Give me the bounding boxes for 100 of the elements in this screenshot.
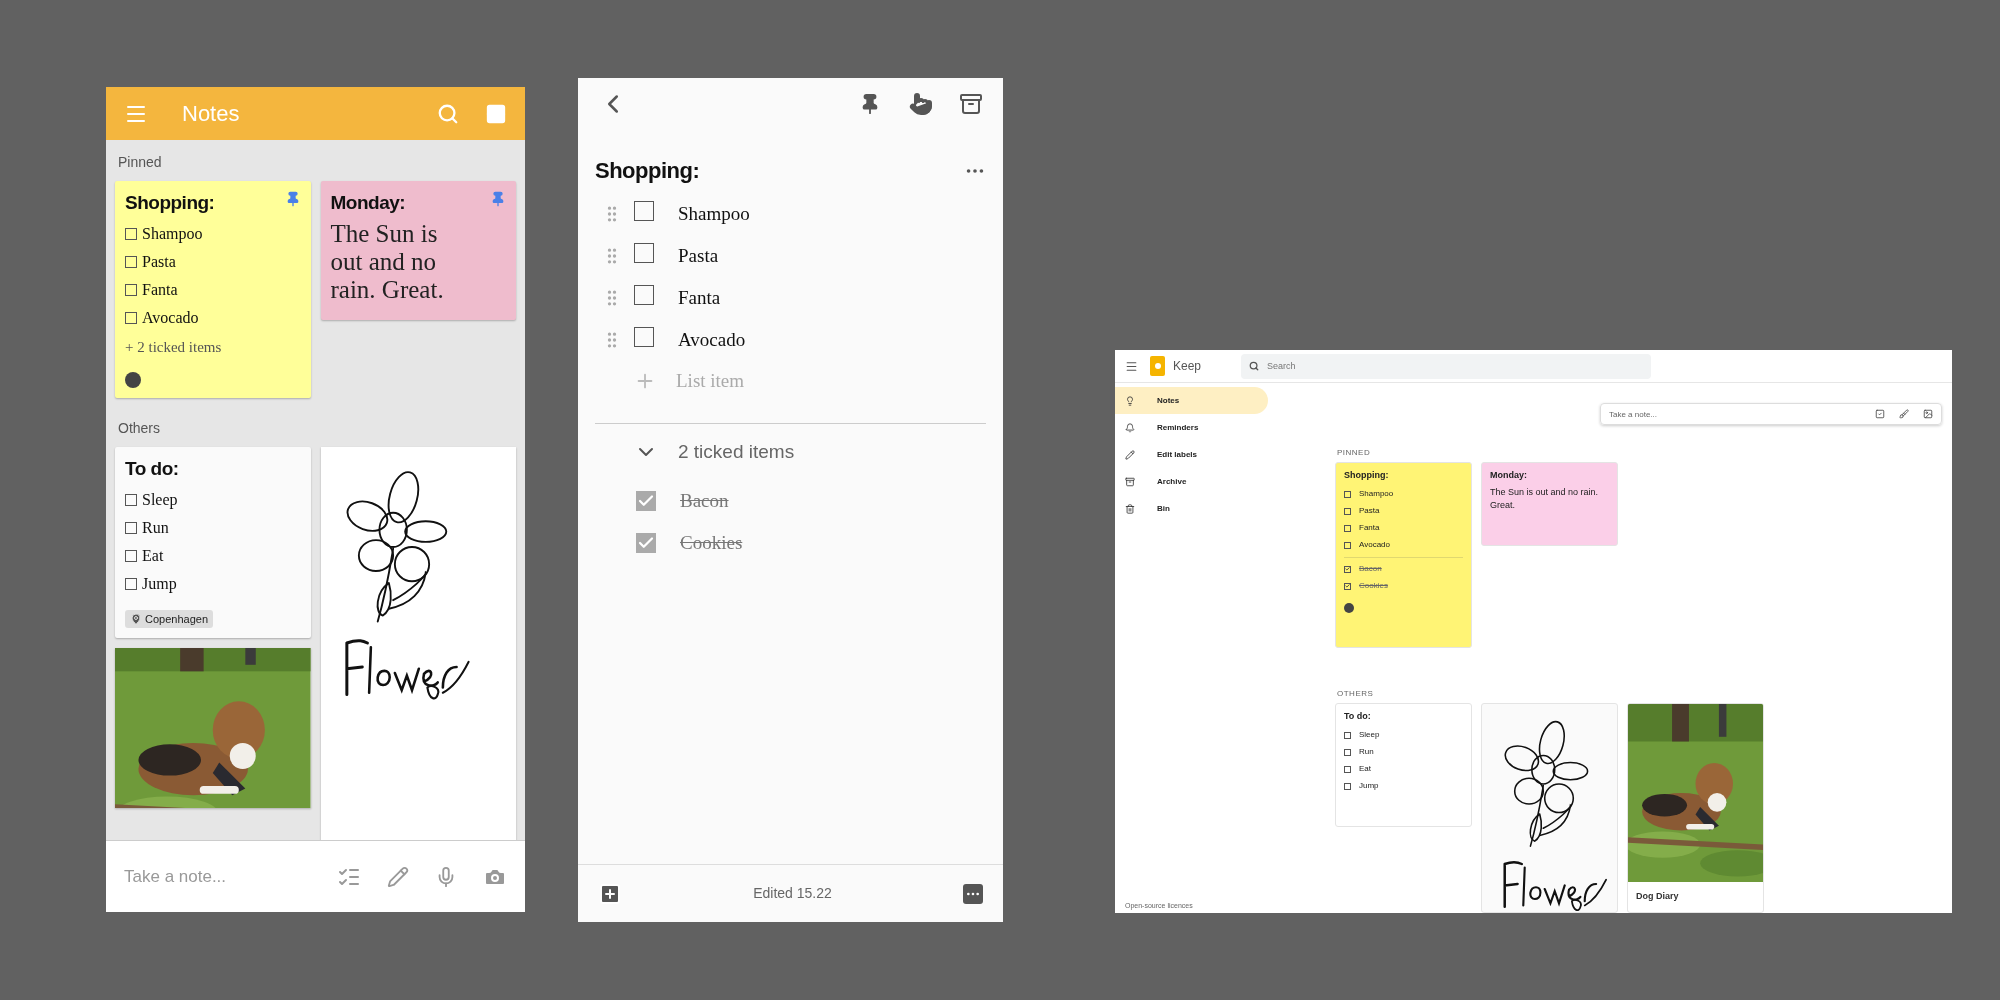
checklist-item: Sleep xyxy=(142,489,178,511)
checkbox[interactable] xyxy=(636,491,656,511)
pencil-icon[interactable] xyxy=(387,865,409,888)
checkbox[interactable] xyxy=(125,549,137,562)
take-note-field[interactable]: Take a note... xyxy=(1609,404,1861,424)
sidebar-item[interactable]: Edit labels xyxy=(1115,441,1268,468)
checkbox[interactable] xyxy=(125,255,137,268)
checklist-item: Eat xyxy=(142,545,164,566)
section-heading: OTHERS xyxy=(1337,688,1375,700)
note-card[interactable]: Monday: The Sun is out and no rain. Great. xyxy=(1481,462,1618,546)
note-body: The Sun is out and no rain. Great. xyxy=(330,219,445,305)
note-title: Dog Diary xyxy=(1635,890,1680,903)
checklist-item[interactable]: Cookies xyxy=(680,528,743,558)
checklist-item: Jump xyxy=(1359,780,1379,792)
note-title: Shopping: xyxy=(125,191,215,215)
checklist-item[interactable]: Pasta xyxy=(678,241,719,271)
checklist-item: Fanta xyxy=(142,279,178,300)
map-pin-icon xyxy=(130,612,142,625)
note-card[interactable]: Monday: The Sun is out and no rain. Great. xyxy=(320,181,516,320)
checkbox[interactable] xyxy=(1344,565,1351,573)
checkbox[interactable] xyxy=(125,521,137,534)
checklist-item: Jump xyxy=(142,573,177,595)
pencil-icon xyxy=(1125,449,1135,460)
sidebar-item[interactable]: Archive xyxy=(1115,468,1268,495)
checklist-item: Avocado xyxy=(142,307,199,328)
ticked-items-summary: + 2 ticked items xyxy=(125,337,223,357)
drawing-card[interactable] xyxy=(1481,703,1618,913)
reminder-hand-icon[interactable] xyxy=(909,92,933,116)
app-title: Notes xyxy=(182,100,241,128)
section-heading: Pinned xyxy=(118,153,163,172)
checklist-item: Pasta xyxy=(1359,505,1380,517)
note-card[interactable]: To do: Sleep Run Eat Jump xyxy=(1335,703,1472,827)
bell-icon xyxy=(1125,422,1135,433)
checkbox-icon[interactable] xyxy=(1875,409,1885,419)
location-chip[interactable]: Copenhagen xyxy=(125,609,213,628)
checkbox[interactable] xyxy=(634,242,654,263)
menu-icon[interactable] xyxy=(1125,359,1138,373)
list-item-field[interactable]: List item xyxy=(676,366,910,396)
checkbox[interactable] xyxy=(125,283,137,296)
checkbox[interactable] xyxy=(634,200,654,221)
note-title: Shopping: xyxy=(1344,469,1390,482)
note-card[interactable]: To do: Sleep Run Eat Jump Copenhagen xyxy=(115,447,311,638)
checkbox[interactable] xyxy=(1344,490,1351,498)
note-card[interactable]: Dog Diary xyxy=(1627,703,1764,913)
sidebar-item[interactable]: Notes xyxy=(1115,387,1268,414)
checklist-item: Eat xyxy=(1359,763,1371,775)
checkbox[interactable] xyxy=(1344,782,1351,790)
checklist-item: Shampoo xyxy=(142,223,203,245)
drawing-card[interactable] xyxy=(320,447,516,840)
checkbox[interactable] xyxy=(1344,582,1351,590)
lightbulb-icon xyxy=(1125,395,1135,406)
checklist-item: Run xyxy=(1359,746,1374,758)
edited-status: Edited 15.22 xyxy=(753,884,832,903)
checkbox[interactable] xyxy=(1344,524,1351,532)
ticked-items-toggle[interactable]: 2 ticked items xyxy=(578,424,1003,480)
checklist-item[interactable]: Bacon xyxy=(680,486,729,516)
note-title: Monday: xyxy=(1490,469,1528,482)
checkbox[interactable] xyxy=(125,227,137,240)
checkbox[interactable] xyxy=(1344,507,1351,515)
checkbox[interactable] xyxy=(636,533,656,553)
checklist-item: Pasta xyxy=(142,251,176,272)
checkbox[interactable] xyxy=(634,326,654,347)
trash-icon xyxy=(1125,503,1135,514)
checkbox[interactable] xyxy=(125,493,137,506)
take-note-field[interactable]: Take a note... xyxy=(124,863,337,890)
checkbox[interactable] xyxy=(634,284,654,305)
checklist-item: Shampoo xyxy=(1359,488,1394,500)
note-card[interactable]: Shopping: Shampoo Pasta Fanta Avocado + 2 ticked items xyxy=(115,181,311,398)
checklist-item[interactable]: Fanta xyxy=(678,283,721,313)
note-title: To do: xyxy=(125,457,179,481)
section-heading: PINNED xyxy=(1337,447,1372,459)
more-box-icon[interactable] xyxy=(963,883,983,904)
checklist-item[interactable]: Avocado xyxy=(678,325,746,355)
note-body: The Sun is out and no rain. Great. xyxy=(1490,485,1600,512)
checkbox[interactable] xyxy=(1344,541,1351,549)
checkbox[interactable] xyxy=(125,577,137,590)
brush-icon[interactable] xyxy=(1899,409,1909,419)
checklist-item[interactable]: Shampoo xyxy=(678,199,750,229)
checklist-item: Fanta xyxy=(1359,522,1380,534)
checklist-item: Bacon xyxy=(1359,563,1382,575)
sidebar-item[interactable]: Reminders xyxy=(1115,414,1268,441)
keep-logo-icon xyxy=(1150,356,1165,376)
search-icon[interactable] xyxy=(1249,361,1260,371)
archive-icon[interactable] xyxy=(959,92,983,116)
take-note-bar[interactable]: Take a note... xyxy=(1600,403,1942,425)
checkbox[interactable] xyxy=(1344,731,1351,739)
sidebar-item[interactable]: Bin xyxy=(1115,495,1268,522)
checkbox[interactable] xyxy=(1344,748,1351,756)
checkbox[interactable] xyxy=(1344,765,1351,773)
checklist-item: Avocado xyxy=(1359,539,1390,551)
note-title: Monday: xyxy=(330,191,406,215)
image-icon[interactable] xyxy=(1923,409,1933,419)
note-title: Shopping: xyxy=(595,157,700,185)
checklist-item: Sleep xyxy=(1359,729,1380,741)
checkbox[interactable] xyxy=(125,311,137,324)
note-title: To do: xyxy=(1344,710,1372,723)
note-card[interactable]: Shopping: Shampoo Pasta Fanta Avocado Bacon Cookies xyxy=(1335,462,1472,648)
checklist-item: Run xyxy=(142,517,169,538)
archive-icon xyxy=(1125,476,1135,487)
section-heading: Others xyxy=(118,419,161,438)
